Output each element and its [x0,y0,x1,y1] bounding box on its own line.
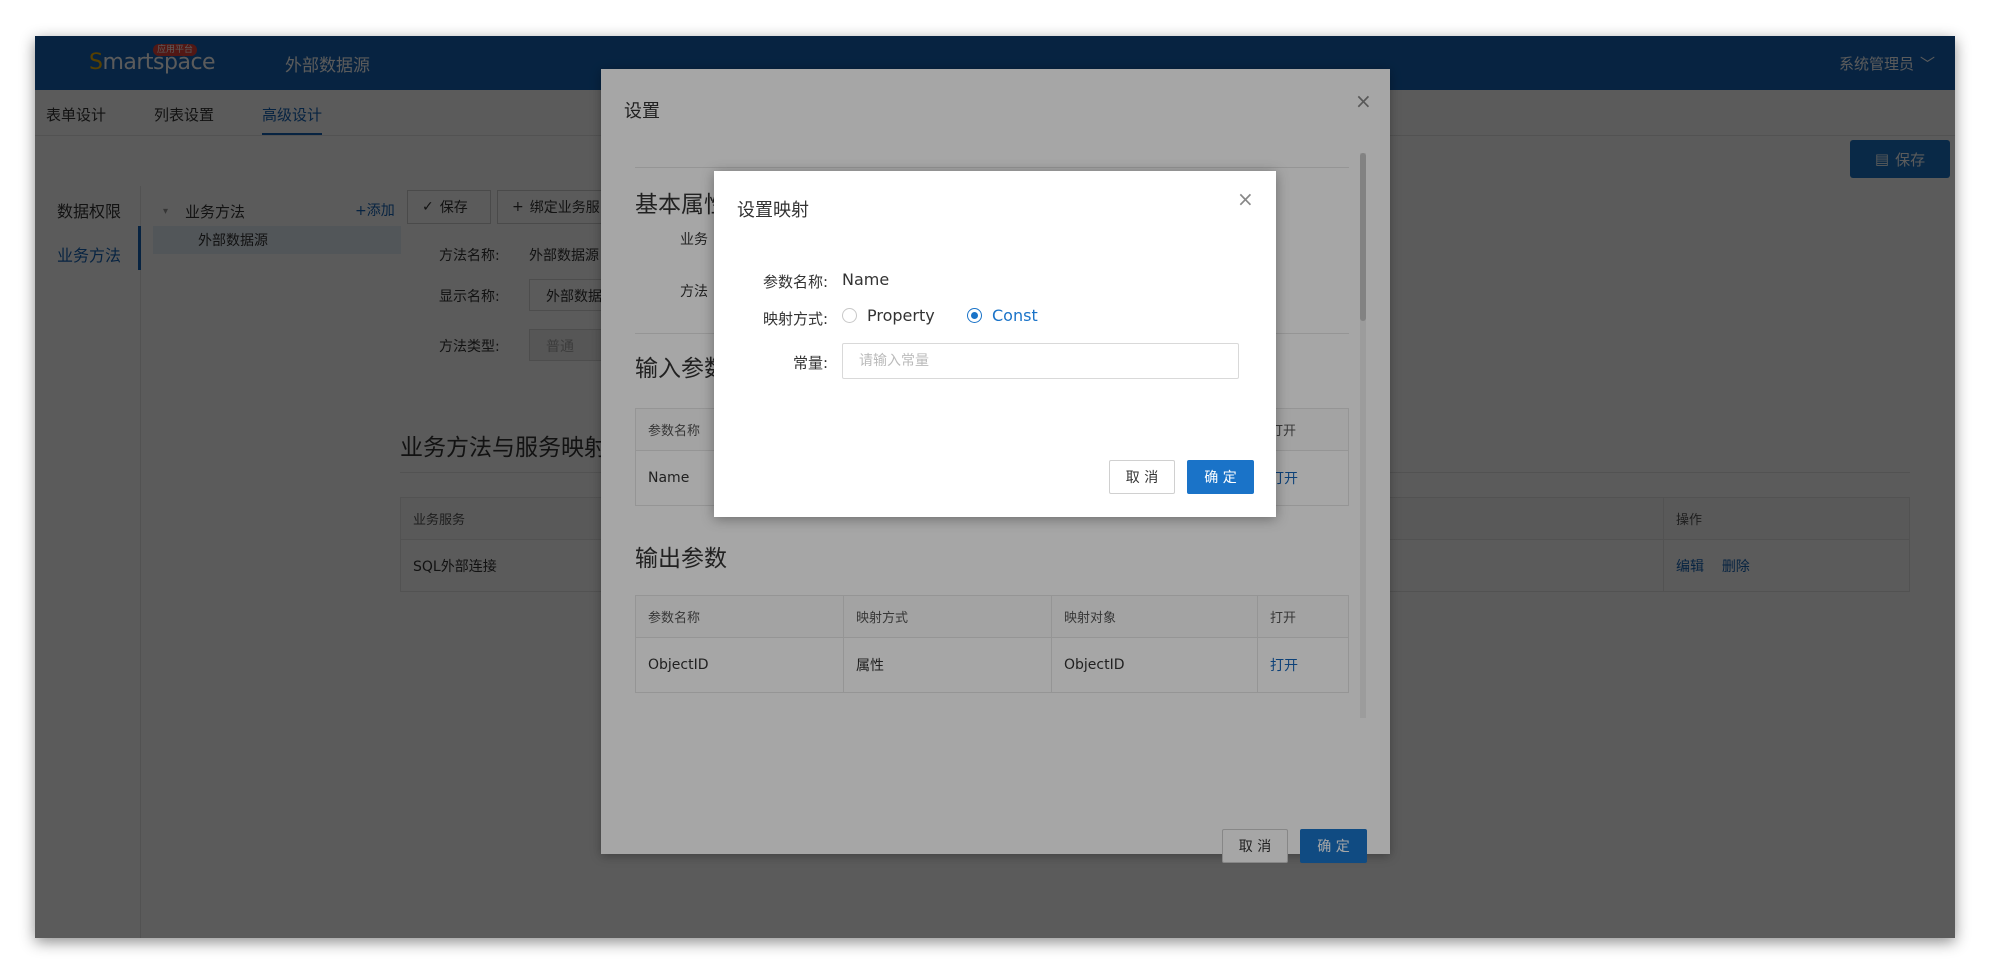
app-window: Smartspace 应用平台 外部数据源 系统管理员 ﹀ 表单设计 列表设置 … [35,36,1955,938]
set-mapping-dialog: 设置映射 × 参数名称: Name 映射方式: Property Const 常… [714,171,1276,517]
radio-button-checked[interactable] [967,308,982,323]
mapping-cancel-button[interactable]: 取 消 [1109,460,1175,494]
radio-property-label: Property [867,306,935,325]
radio-const-label: Const [992,306,1038,325]
const-label: 常量: [792,354,828,372]
param-name-value: Name [842,270,890,289]
radio-button[interactable] [842,308,857,323]
radio-const[interactable]: Const [967,306,1038,325]
close-icon[interactable]: × [1237,189,1254,209]
mapping-ok-button[interactable]: 确 定 [1187,460,1254,494]
mapping-mode-label: 映射方式: [762,310,828,328]
const-input[interactable] [842,343,1239,379]
param-name-label: 参数名称: [762,273,828,291]
set-mapping-dialog-title: 设置映射 [737,200,809,221]
radio-property[interactable]: Property [842,306,935,325]
